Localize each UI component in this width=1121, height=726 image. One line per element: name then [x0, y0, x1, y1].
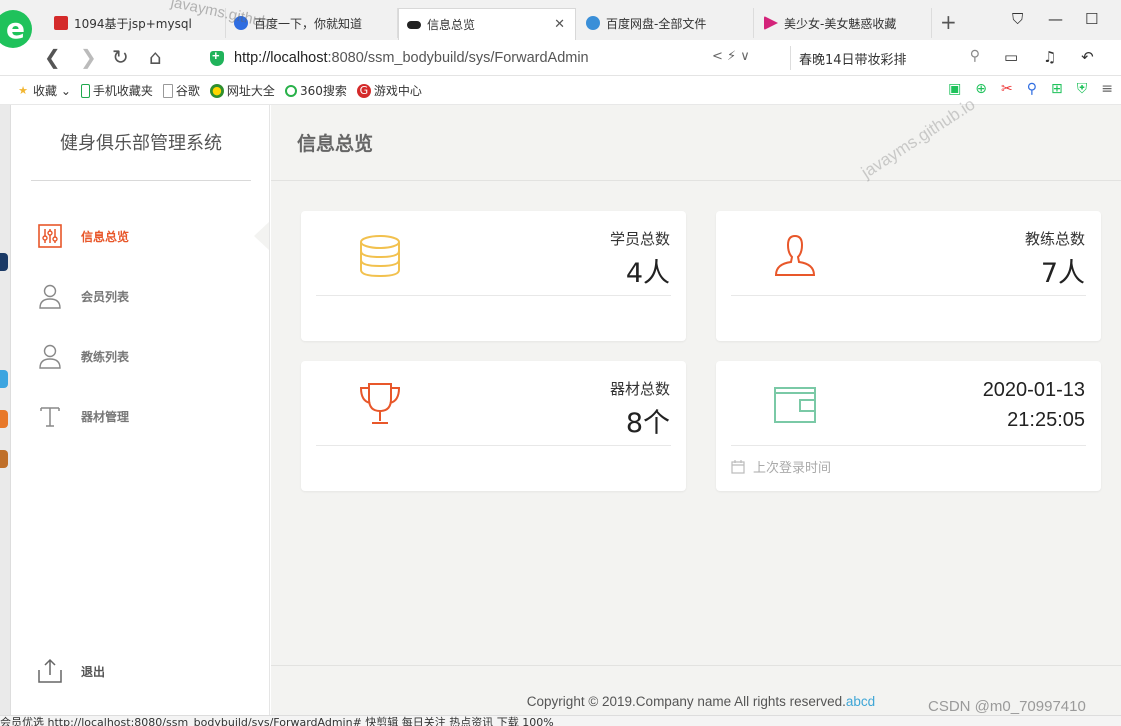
bookmark-item[interactable]: G 游戏中心	[356, 82, 422, 99]
sidebar-item-equipment[interactable]: 器材管理	[37, 401, 237, 431]
search-text: 春晚14日带妆彩排	[799, 52, 907, 68]
bookmark-item[interactable]: ● 网址大全	[209, 82, 275, 99]
stat-card-members: 学员总数 4人	[301, 211, 686, 341]
share-upload-icon	[37, 658, 63, 684]
bookmark-item[interactable]: 谷歌	[162, 82, 200, 99]
close-tab-icon[interactable]: ✕	[554, 17, 565, 32]
app-brand-title: 健身俱乐部管理系统	[60, 133, 222, 154]
toolbar-extension-icons[interactable]: ▣ ⊕ ✂ ⚲ ⊞ ⛨ ≡	[948, 81, 1113, 97]
text-t-icon	[37, 403, 63, 429]
bookmark-bar: ★ 收藏 ⌄ 手机收藏夹 谷歌 ● 网址大全 360搜索 G 游戏中心 ▣ ⊕ ✂ ⚲ ⊞ ⛨ ≡	[0, 77, 1121, 105]
divider	[316, 445, 671, 446]
login-date: 2020-01-13	[982, 379, 1085, 401]
bookmark-item[interactable]: ★ 收藏 ⌄	[16, 82, 71, 99]
url-host: http://localhost	[234, 50, 328, 66]
shirt-icon[interactable]: ⛉	[1012, 10, 1023, 28]
tab-label: 百度网盘-全部文件	[606, 16, 707, 31]
trophy-icon	[357, 381, 403, 427]
sidebar-item-label: 教练列表	[81, 349, 130, 364]
stat-value: 8个	[625, 408, 670, 439]
active-indicator	[254, 222, 269, 250]
tab-favicon-icon	[54, 16, 68, 30]
bookmark-item[interactable]: 手机收藏夹	[80, 82, 153, 99]
game-center-icon: G	[356, 83, 371, 98]
divider	[271, 180, 1121, 181]
search-input[interactable]: 春晚14日带妆彩排 ⚲	[790, 46, 990, 70]
user-icon	[772, 233, 818, 279]
sidebar-item-members[interactable]: 会员列表	[37, 281, 237, 311]
browser-tab-strip: e 1094基于jsp+mysql 百度一下，你就知道 信息总览 ✕ 百度网盘-…	[0, 0, 1121, 48]
sidebar-item-overview[interactable]: 信息总览	[37, 221, 237, 251]
play-icon	[764, 16, 778, 30]
cloud-drive-icon	[586, 16, 600, 30]
360-search-icon	[284, 84, 297, 97]
stat-label: 教练总数	[1024, 230, 1085, 248]
star-icon: ★	[18, 83, 28, 97]
new-tab-button[interactable]: +	[940, 10, 957, 34]
minimize-icon[interactable]: —	[1048, 10, 1063, 28]
browser-tab[interactable]: 美少女-美女魅惑收藏	[756, 8, 932, 38]
last-login-caption: 上次登录时间	[731, 457, 831, 476]
divider	[271, 665, 1121, 666]
divider	[731, 445, 1086, 446]
wallet-icon	[772, 383, 818, 429]
browser-tab-active[interactable]: 信息总览 ✕	[398, 8, 576, 40]
maximize-icon[interactable]: ☐	[1085, 10, 1098, 28]
back-icon[interactable]: ❮	[44, 45, 61, 69]
logout-label: 退出	[81, 664, 106, 679]
app-sidebar: 健身俱乐部管理系统 信息总览 会员列表 教练列表 器材管理 退出	[11, 105, 270, 715]
page-icon	[162, 83, 173, 98]
sidebar-item-label: 器材管理	[81, 409, 130, 424]
database-icon	[357, 233, 403, 279]
browser-tab[interactable]: 百度网盘-全部文件	[578, 8, 754, 38]
url-input[interactable]: http://localhost:8080/ssm_bodybuild/sys/…	[200, 44, 780, 72]
divider	[316, 295, 671, 296]
sidebar-item-label: 信息总览	[81, 229, 130, 244]
globe-icon: ●	[209, 83, 224, 98]
tab-label: 1094基于jsp+mysql	[74, 16, 192, 31]
stat-value: 7人	[1040, 258, 1085, 289]
browser-side-strip	[0, 105, 11, 715]
tab-label: 美少女-美女魅惑收藏	[784, 16, 897, 31]
sidebar-item-label: 会员列表	[81, 289, 130, 304]
footer-link[interactable]: abcd	[846, 694, 875, 709]
reload-icon[interactable]: ↻	[112, 45, 129, 69]
address-bar: ❮ ❯ ↻ ⌂ http://localhost:8080/ssm_bodybu…	[0, 40, 1121, 76]
user-icon	[37, 283, 63, 309]
share-icon[interactable]: < ⚡ ∨	[712, 49, 750, 64]
browser-status-bar: 会员优选 http://localhost:8080/ssm_bodybuild…	[0, 715, 1121, 726]
home-icon[interactable]: ⌂	[149, 45, 162, 69]
tab-label: 信息总览	[427, 18, 476, 32]
sidebar-item-coaches[interactable]: 教练列表	[37, 341, 237, 371]
stat-card-last-login: 2020-01-13 21:25:05 上次登录时间	[716, 361, 1101, 491]
extension-icons[interactable]: ▭ ♫ ↶	[1004, 48, 1104, 66]
page-title: 信息总览	[297, 133, 374, 155]
url-path: :8080/ssm_bodybuild/sys/ForwardAdmin	[327, 50, 589, 66]
phone-icon	[80, 83, 90, 98]
forward-icon[interactable]: ❯	[80, 45, 97, 69]
bookmark-item[interactable]: 360搜索	[284, 82, 347, 99]
calendar-icon	[731, 459, 745, 474]
user-icon	[37, 343, 63, 369]
sliders-icon	[37, 223, 63, 249]
main-content: 信息总览 学员总数 4人 教练总数 7人 器材总数 8个 2020-01-13 …	[271, 105, 1121, 715]
csdn-watermark: CSDN @m0_70997410	[928, 698, 1086, 715]
stat-label: 器材总数	[609, 380, 670, 398]
stat-card-coaches: 教练总数 7人	[716, 211, 1101, 341]
search-icon[interactable]: ⚲	[970, 48, 980, 64]
divider	[31, 180, 251, 181]
divider	[731, 295, 1086, 296]
stat-label: 学员总数	[609, 230, 670, 248]
stat-value: 4人	[625, 258, 670, 289]
stat-card-equipment: 器材总数 8个	[301, 361, 686, 491]
security-shield-icon	[210, 48, 224, 66]
login-time: 21:25:05	[1007, 409, 1085, 431]
bowtie-icon	[407, 20, 421, 29]
logout-button[interactable]: 退出	[37, 656, 237, 686]
